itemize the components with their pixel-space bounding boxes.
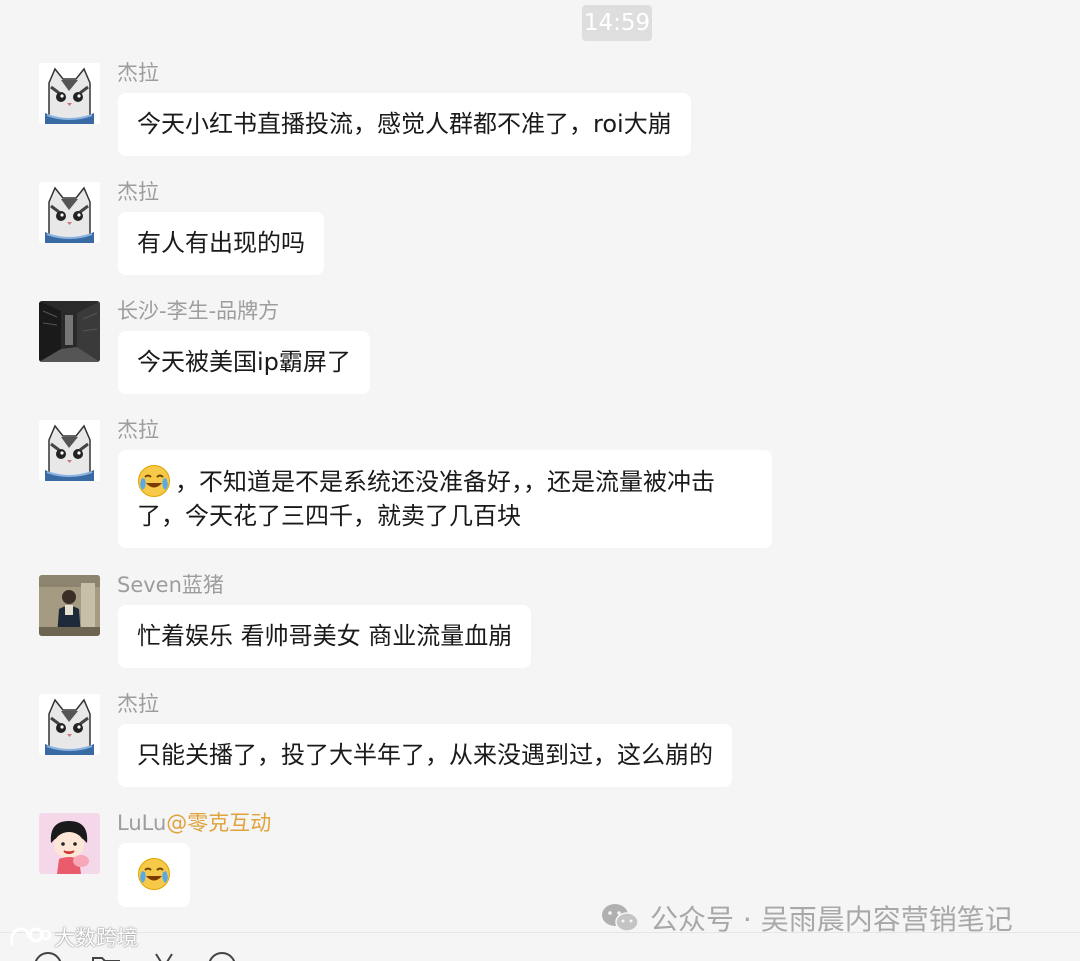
sender-tag: @零克互动 [166, 811, 272, 835]
sender-name: 长沙-李生-品牌方 [117, 299, 280, 323]
alley-photo-avatar-icon [39, 301, 100, 362]
chat-history-button[interactable] [206, 950, 238, 961]
cat-avatar-icon [39, 63, 100, 124]
man-photo-avatar-icon [39, 575, 100, 636]
message-bubble[interactable]: 有人有出现的吗 [118, 212, 324, 275]
message-text: 有人有出现的吗 [137, 229, 305, 257]
message-text: 只能关播了，投了大半年了，从来没遇到过，这么崩的 [137, 741, 713, 769]
avatar-cat[interactable] [39, 182, 100, 243]
message-bubble[interactable]: 只能关播了，投了大半年了，从来没遇到过，这么崩的 [118, 724, 732, 787]
chat-window: 14:59 杰拉 今天小红书直播投流，感觉人群都不准了，roi大崩 杰拉 有人有… [0, 0, 1080, 961]
message-text: 今天被美国ip霸屏了 [137, 348, 351, 376]
input-toolbar [0, 942, 1080, 961]
time-stamp: 14:59 [582, 5, 652, 41]
message-text: 忙着娱乐 看帅哥美女 商业流量血崩 [137, 622, 513, 650]
sender-name: 杰拉 [117, 692, 159, 716]
avatar-cat[interactable] [39, 694, 100, 755]
message-text: ，不知道是不是系统还没准备好，，还是流量被冲击了，今天花了三四千，就卖了几百块 [137, 468, 715, 530]
avatar-man[interactable] [39, 575, 100, 636]
cat-avatar-icon [39, 694, 100, 755]
cat-avatar-icon [39, 182, 100, 243]
crying-laughing-emoji-icon [137, 857, 171, 891]
avatar-alley[interactable] [39, 301, 100, 362]
cat-avatar-icon [39, 420, 100, 481]
emoji-button[interactable] [32, 950, 64, 961]
message-bubble[interactable]: 忙着娱乐 看帅哥美女 商业流量血崩 [118, 605, 532, 668]
message-bubble[interactable]: 今天小红书直播投流，感觉人群都不准了，roi大崩 [118, 93, 691, 156]
input-divider [0, 932, 1080, 933]
cartoon-girl-avatar-icon [39, 813, 100, 874]
file-button[interactable] [90, 950, 122, 961]
sender-name: Seven蓝猪 [117, 573, 224, 597]
chat-history-icon [208, 952, 236, 961]
folder-icon [92, 957, 120, 961]
wechat-icon [602, 904, 639, 932]
avatar-cat[interactable] [39, 63, 100, 124]
sender-name: 杰拉 [117, 180, 159, 204]
sender-name: 杰拉 [117, 61, 159, 85]
emoji-icon [34, 952, 62, 961]
message-text: 今天小红书直播投流，感觉人群都不准了，roi大崩 [137, 110, 672, 138]
avatar-cat[interactable] [39, 420, 100, 481]
avatar-girl[interactable] [39, 813, 100, 874]
message-bubble[interactable]: ，不知道是不是系统还没准备好，，还是流量被冲击了，今天花了三四千，就卖了几百块 [118, 450, 772, 548]
message-bubble[interactable] [118, 843, 190, 907]
sender-name-text: LuLu [117, 811, 167, 835]
sender-name: 杰拉 [117, 418, 159, 442]
screenshot-button[interactable] [148, 950, 180, 961]
crying-laughing-emoji-icon [137, 464, 171, 498]
scissors-icon [155, 953, 173, 961]
sender-name: LuLu@零克互动 [117, 807, 271, 837]
message-bubble[interactable]: 今天被美国ip霸屏了 [118, 331, 370, 394]
